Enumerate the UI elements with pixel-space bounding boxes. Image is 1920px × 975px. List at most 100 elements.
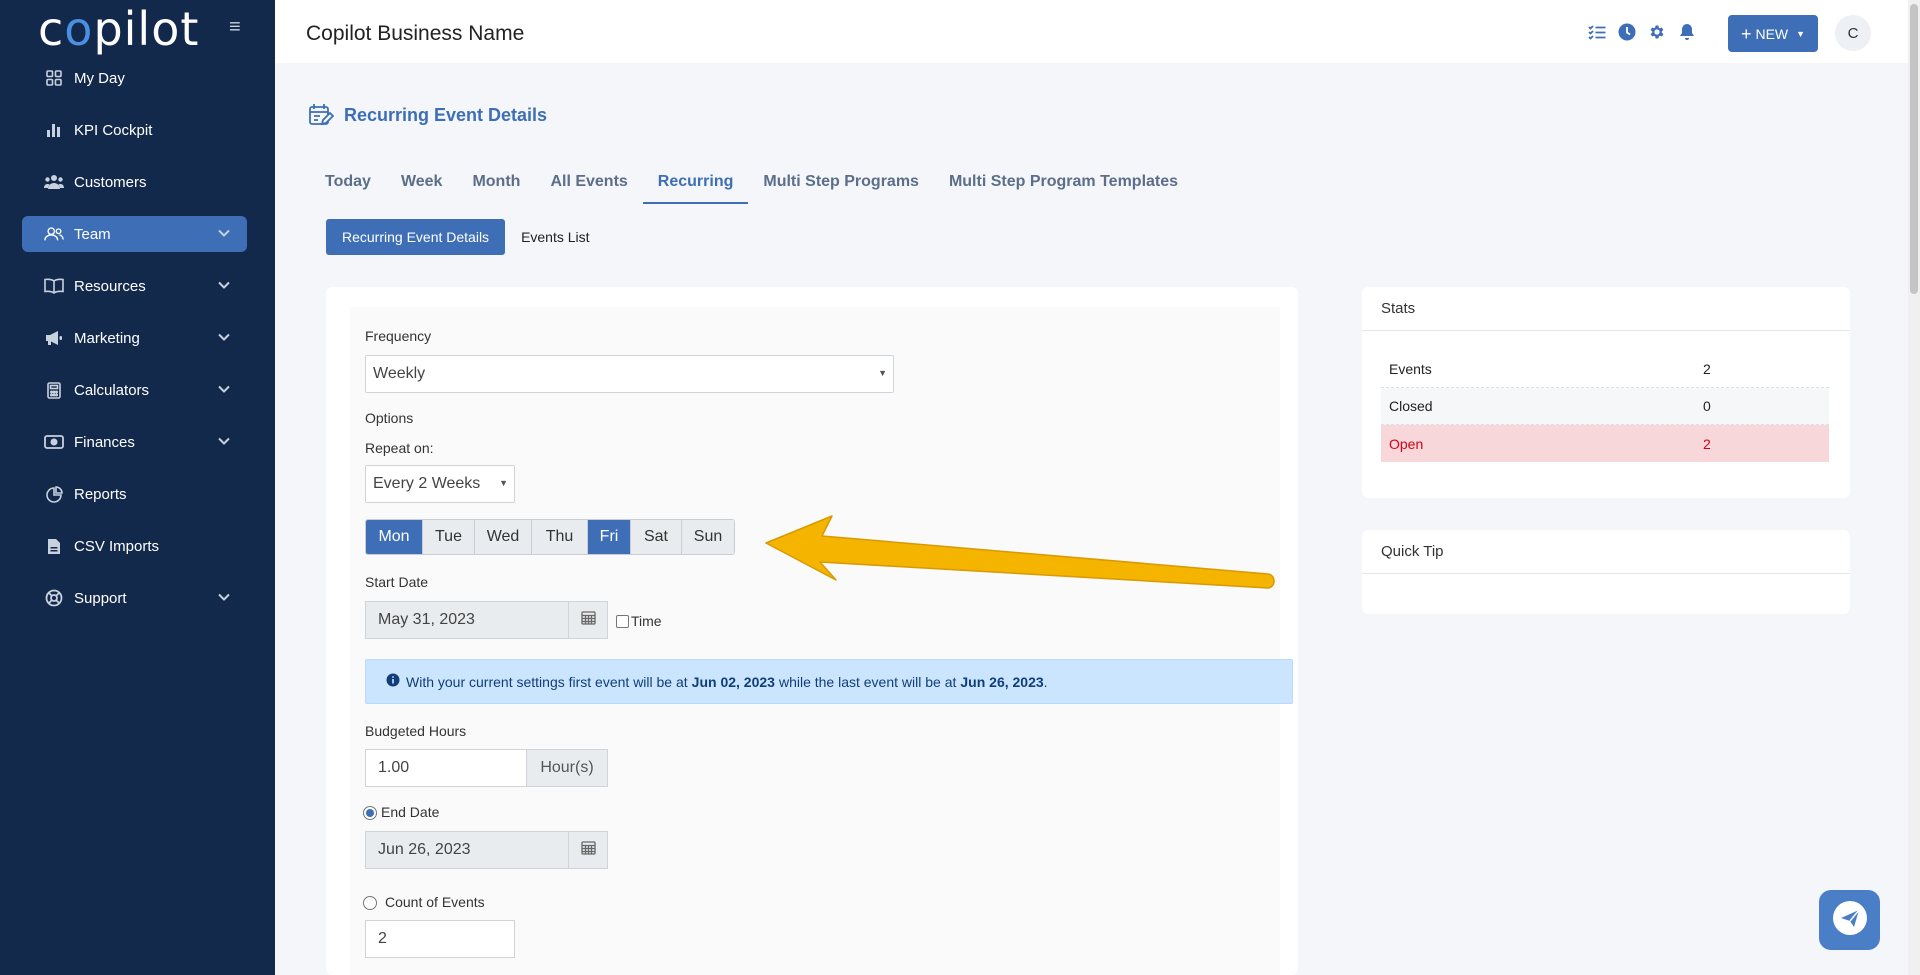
budgeted-hours-input[interactable]: 1.00 [365,749,527,787]
logo[interactable]: copilot [38,2,199,56]
logo-row: copilot ≡ [0,0,275,58]
lifebuoy-icon [44,588,64,608]
annotation-arrow [765,515,1275,589]
calendar-edit-icon [308,102,335,128]
calendar-icon [580,610,596,630]
sidebar-item-calculators[interactable]: Calculators [22,372,247,408]
end-date-input[interactable]: Jun 26, 2023 [365,831,569,869]
day-toggle-sun[interactable]: Sun [682,520,734,554]
stats-card-title: Stats [1362,287,1850,331]
top-icon-group [1587,22,1697,42]
page-scrollbar[interactable] [1908,0,1920,975]
calculator-icon [44,380,64,400]
event-tabs: Today Week Month All Events Recurring Mu… [310,166,1193,204]
sidebar-item-label: Finances [74,433,135,451]
gear-icon[interactable] [1647,22,1667,42]
day-toggle-mon[interactable]: Mon [366,520,423,554]
end-date-calendar-button[interactable] [568,831,608,869]
caret-down-icon: ▼ [1796,28,1806,39]
avatar[interactable]: C [1835,15,1871,51]
frequency-select[interactable]: Weekly ▼ [365,355,894,393]
chevron-down-icon [217,590,231,608]
stats-table: Events 2 Closed 0 Open 2 [1381,351,1829,462]
tab-month[interactable]: Month [457,166,535,204]
sidebar-item-label: Reports [74,485,127,503]
tab-all-events[interactable]: All Events [535,166,642,204]
count-of-events-radio[interactable] [363,896,377,910]
grid-icon [44,68,64,88]
frequency-label: Frequency [365,328,432,344]
time-checkbox-label: Time [631,613,662,629]
options-label: Options [365,410,414,426]
tab-week[interactable]: Week [386,166,458,204]
schedule-info-alert: With your current settings first event w… [365,659,1293,704]
bell-icon[interactable] [1677,22,1697,42]
info-circle-icon [386,673,400,690]
sidebar-item-finances[interactable]: Finances [22,424,247,460]
tab-today[interactable]: Today [310,166,386,204]
day-toggle-tue[interactable]: Tue [423,520,475,554]
sidebar-item-label: My Day [74,69,125,87]
budgeted-hours-label: Budgeted Hours [365,723,467,739]
stats-label: Events [1389,361,1432,377]
sidebar-item-label: Marketing [74,329,140,347]
new-button[interactable]: + NEW ▼ [1728,15,1818,52]
start-date-label: Start Date [365,574,429,590]
stats-value: 2 [1703,361,1711,377]
chat-widget-button[interactable] [1819,890,1880,950]
start-date-calendar-button[interactable] [568,601,608,639]
day-toggle-fri[interactable]: Fri [588,520,631,554]
sidebar-nav: My Day KPI Cockpit Customers Team Resour… [22,60,247,632]
pie-chart-icon [44,484,64,504]
money-icon [44,432,64,452]
calendar-icon [580,840,596,860]
tasks-icon[interactable] [1587,22,1607,42]
tab-multi-step-program-templates[interactable]: Multi Step Program Templates [934,166,1193,204]
chat-send-icon [1830,898,1870,943]
sidebar-item-resources[interactable]: Resources [22,268,247,304]
tab-multi-step-programs[interactable]: Multi Step Programs [748,166,934,204]
chevron-down-icon [217,278,231,296]
form-area [350,307,1280,975]
new-button-label: NEW [1755,25,1789,42]
sidebar-item-marketing[interactable]: Marketing [22,320,247,356]
sidebar-item-kpi-cockpit[interactable]: KPI Cockpit [22,112,247,148]
day-toggle-sat[interactable]: Sat [631,520,682,554]
start-date-input[interactable]: May 31, 2023 [365,601,569,639]
stats-label: Open [1389,435,1424,452]
tab-recurring[interactable]: Recurring [642,166,749,204]
info-first-date: Jun 02, 2023 [691,673,775,690]
stats-row-open: Open 2 [1381,425,1829,462]
sidebar-item-label: Calculators [74,381,150,399]
megaphone-icon [44,328,64,348]
day-toggle-thu[interactable]: Thu [532,520,588,554]
stats-row-events: Events 2 [1381,351,1829,388]
hamburger-menu-icon[interactable]: ≡ [229,16,241,39]
file-csv-icon [44,536,64,556]
sidebar-item-reports[interactable]: Reports [22,476,247,512]
caret-down-icon: ▼ [499,478,508,488]
subtab-recurring-event-details[interactable]: Recurring Event Details [326,219,506,255]
sidebar-item-team[interactable]: Team [22,216,247,252]
info-text-suffix: . [1043,673,1048,690]
sidebar: copilot ≡ My Day KPI Cockpit Customers T… [0,0,275,975]
stats-value: 0 [1703,398,1711,414]
subtab-events-list[interactable]: Events List [505,219,605,255]
hours-unit-addon: Hour(s) [526,749,608,787]
scrollbar-thumb[interactable] [1910,4,1918,294]
bar-chart-icon [44,120,64,140]
chevron-down-icon [217,434,231,452]
page-title-row: Recurring Event Details [308,102,547,128]
clock-icon[interactable] [1617,22,1637,42]
day-toggle-wed[interactable]: Wed [475,520,532,554]
stats-label: Closed [1389,398,1433,414]
sidebar-item-my-day[interactable]: My Day [22,60,247,96]
sidebar-item-csv-imports[interactable]: CSV Imports [22,528,247,564]
time-checkbox[interactable] [616,615,629,628]
sidebar-item-customers[interactable]: Customers [22,164,247,200]
end-date-radio[interactable] [363,806,377,820]
count-of-events-input[interactable]: 2 [365,920,515,958]
info-text-middle: while the last event will be at [778,673,957,690]
repeat-interval-select[interactable]: Every 2 Weeks ▼ [365,465,515,503]
sidebar-item-support[interactable]: Support [22,580,247,616]
